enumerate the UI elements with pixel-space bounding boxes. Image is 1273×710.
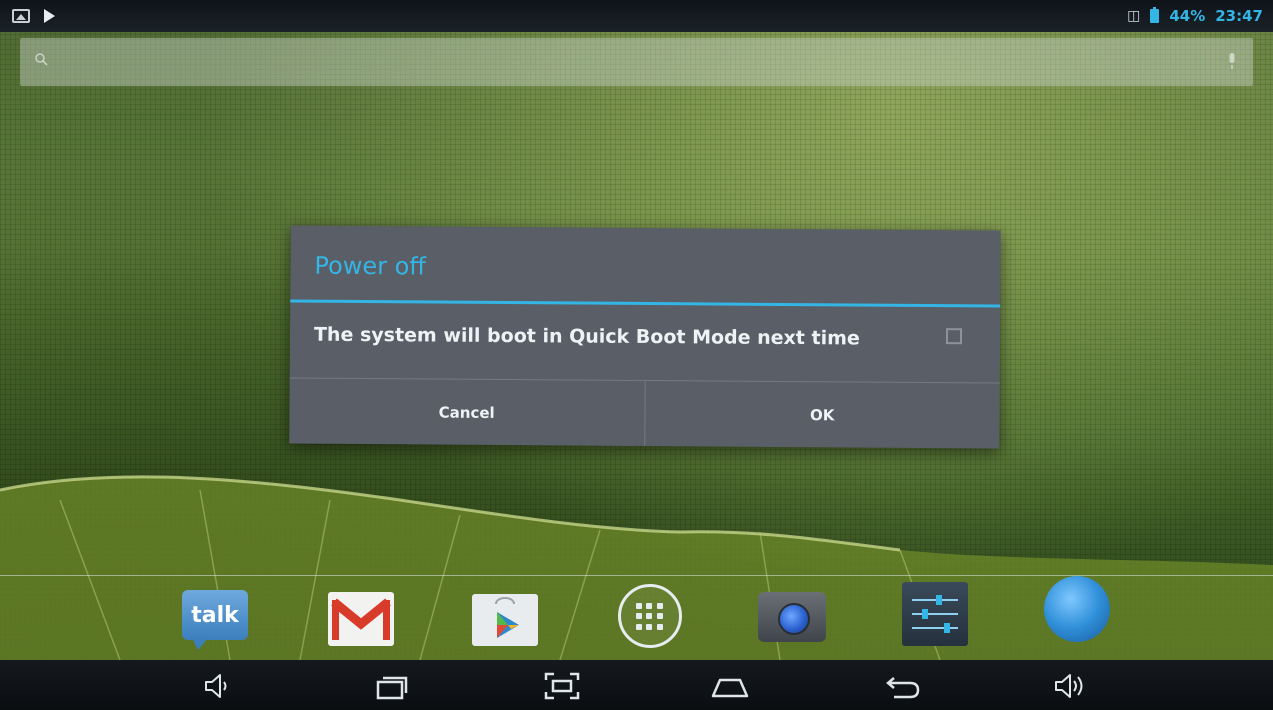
quick-boot-checkbox[interactable] (945, 328, 963, 345)
google-search-bar[interactable] (20, 38, 1253, 86)
screenshot-icon[interactable] (542, 670, 582, 702)
power-off-dialog: Power off The system will boot in Quick … (289, 225, 1001, 449)
back-icon[interactable] (882, 670, 922, 702)
home-icon[interactable] (710, 670, 750, 702)
battery-icon (1150, 7, 1160, 23)
recent-apps-icon[interactable] (372, 670, 412, 702)
play-store-app-icon[interactable] (472, 594, 538, 646)
clock: 23:47 (1215, 7, 1263, 25)
play-store-bag-icon (495, 597, 519, 638)
dialog-message: The system will boot in Quick Boot Mode … (313, 323, 860, 350)
talk-icon-label: talk (191, 602, 239, 628)
image-notification-icon[interactable] (12, 9, 30, 23)
ok-button[interactable]: OK (645, 381, 1000, 448)
apps-grid-dots (636, 603, 664, 631)
talk-app-icon[interactable]: talk (182, 590, 248, 650)
mic-icon[interactable] (1227, 52, 1237, 70)
dialog-title-divider (290, 299, 1001, 308)
gmail-envelope-icon (331, 598, 391, 640)
browser-app-icon[interactable] (1044, 576, 1110, 642)
battery-percent: 44% (1169, 7, 1206, 25)
volume-down-icon[interactable] (198, 670, 238, 702)
cancel-button[interactable]: Cancel (289, 379, 644, 446)
dialog-button-bar: Cancel OK (289, 379, 999, 449)
dialog-title: Power off (314, 251, 427, 281)
all-apps-icon[interactable] (618, 584, 682, 648)
settings-app-icon[interactable] (902, 582, 968, 646)
usb-icon: ◫ (1127, 8, 1141, 24)
camera-app-icon[interactable] (758, 592, 826, 642)
volume-up-icon[interactable] (1052, 670, 1092, 702)
navigation-bar (0, 660, 1273, 710)
dock: talk (0, 576, 1273, 660)
camera-lens-icon (778, 603, 810, 635)
gmail-app-icon[interactable] (328, 592, 394, 646)
play-notification-icon[interactable] (44, 9, 55, 23)
settings-sliders-icon (912, 595, 958, 633)
status-bar: ◫ 44% 23:47 (0, 0, 1273, 32)
search-icon[interactable] (34, 52, 48, 66)
